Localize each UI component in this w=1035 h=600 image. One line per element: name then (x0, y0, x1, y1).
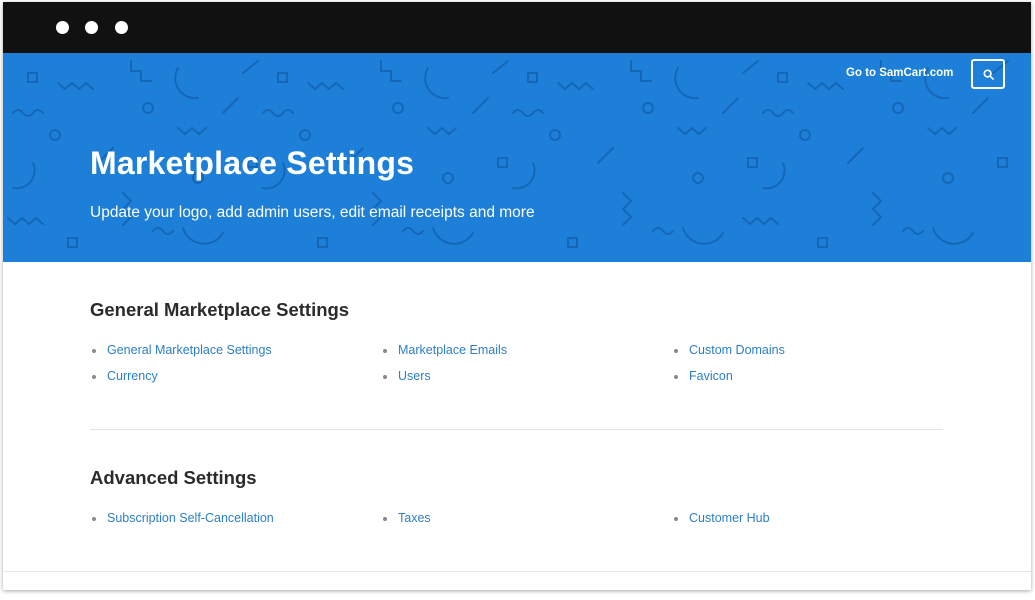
page-subtitle: Update your logo, add admin users, edit … (90, 204, 535, 221)
link-users[interactable]: Users (383, 369, 431, 383)
browser-window: Marketplace Settings Update your logo, a… (3, 2, 1031, 590)
section-title-advanced: Advanced Settings (90, 467, 257, 488)
search-button[interactable] (971, 59, 1005, 89)
link-label: Subscription Self-Cancellation (107, 511, 274, 525)
bullet (92, 349, 96, 353)
page-header-banner: Marketplace Settings Update your logo, a… (3, 53, 1031, 262)
section-divider (90, 429, 943, 430)
link-label: General Marketplace Settings (107, 343, 272, 357)
bullet (92, 517, 96, 521)
link-label: Currency (107, 369, 158, 383)
settings-content: General Marketplace Settings General Mar… (3, 262, 1031, 590)
go-to-samcart-link[interactable]: Go to SamCart.com (846, 67, 953, 79)
link-favicon[interactable]: Favicon (674, 369, 733, 383)
link-currency[interactable]: Currency (92, 369, 158, 383)
link-label: Favicon (689, 369, 733, 383)
bullet (383, 349, 387, 353)
window-titlebar (3, 2, 1031, 53)
link-general-marketplace-settings[interactable]: General Marketplace Settings (92, 343, 272, 357)
bullet (674, 375, 678, 379)
link-custom-domains[interactable]: Custom Domains (674, 343, 785, 357)
link-label: Users (398, 369, 431, 383)
section-title-general: General Marketplace Settings (90, 299, 350, 320)
link-label: Marketplace Emails (398, 343, 508, 357)
link-label: Customer Hub (689, 511, 770, 525)
bullet (674, 349, 678, 353)
window-control-dot[interactable] (85, 21, 98, 34)
link-label: Taxes (398, 511, 431, 525)
bullet (383, 375, 387, 379)
bullet (92, 375, 96, 379)
link-label: Custom Domains (689, 343, 785, 357)
link-customer-hub[interactable]: Customer Hub (674, 511, 770, 525)
link-taxes[interactable]: Taxes (383, 511, 431, 525)
link-subscription-self-cancellation[interactable]: Subscription Self-Cancellation (92, 511, 274, 525)
window-control-dot[interactable] (56, 21, 69, 34)
search-icon (982, 68, 994, 80)
page-title: Marketplace Settings (90, 145, 415, 181)
window-control-dot[interactable] (115, 21, 128, 34)
bullet (674, 517, 678, 521)
link-marketplace-emails[interactable]: Marketplace Emails (383, 343, 508, 357)
footer-divider (3, 571, 1031, 572)
bullet (383, 517, 387, 521)
